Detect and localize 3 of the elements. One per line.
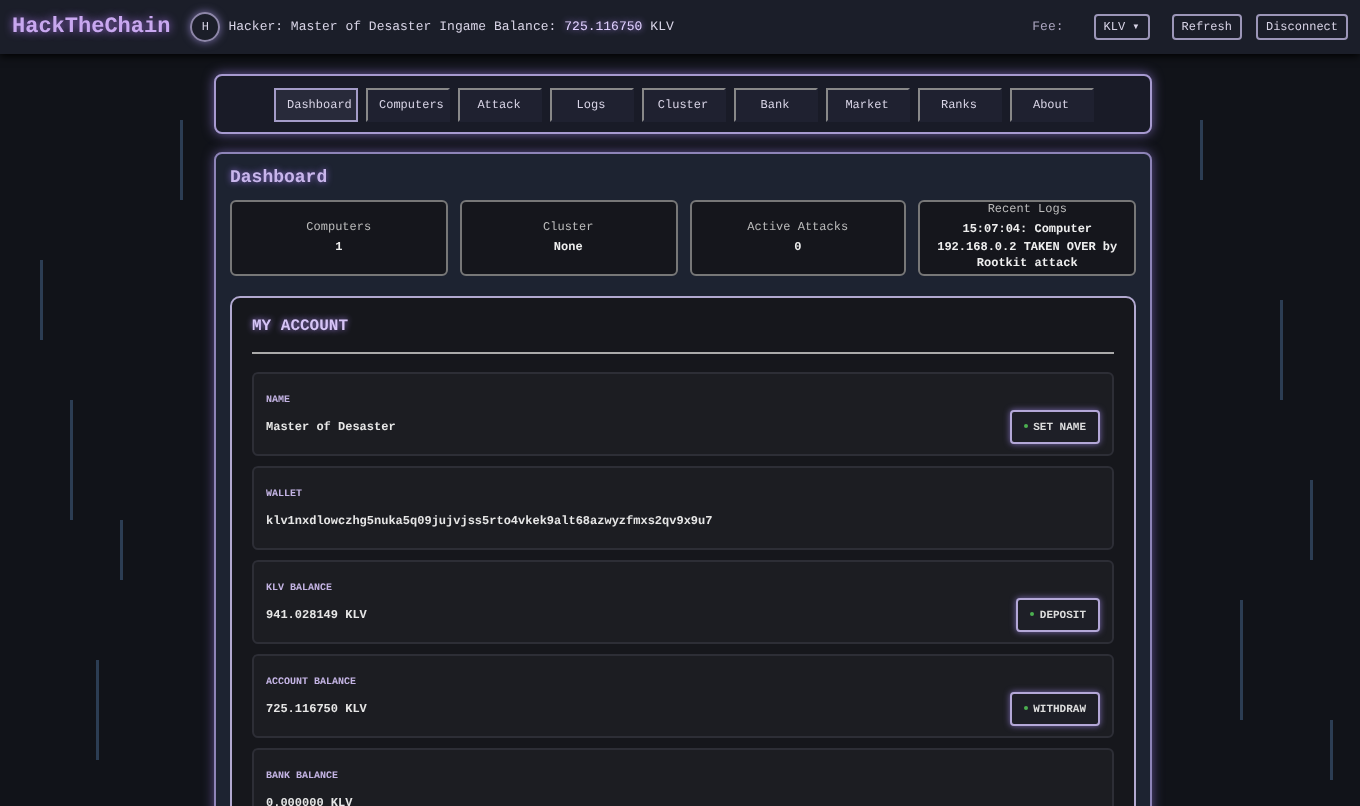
section-title: MY ACCOUNT — [252, 318, 351, 336]
page-title: Dashboard — [230, 168, 330, 188]
app-logo: HackTheChain — [12, 15, 171, 39]
